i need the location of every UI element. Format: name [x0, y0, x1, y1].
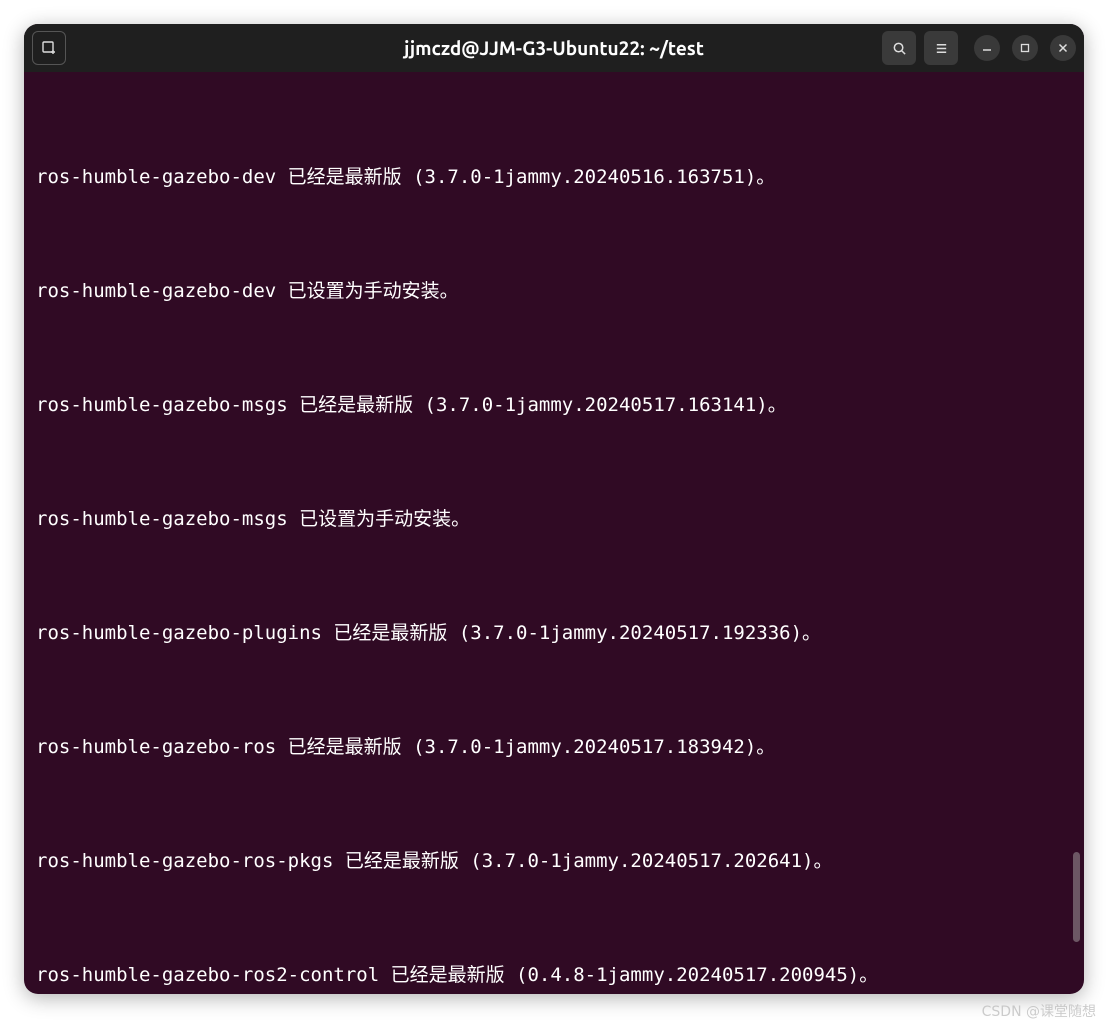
output-line: ros-humble-gazebo-plugins 已经是最新版 (3.7.0-… [36, 614, 1072, 652]
title-bar: jjmczd@JJM-G3-Ubuntu22: ~/test [24, 24, 1084, 72]
window-title: jjmczd@JJM-G3-Ubuntu22: ~/test [404, 37, 704, 59]
output-line: ros-humble-gazebo-dev 已经是最新版 (3.7.0-1jam… [36, 158, 1072, 196]
output-line: ros-humble-gazebo-msgs 已设置为手动安装。 [36, 500, 1072, 538]
output-line: ros-humble-gazebo-ros2-control 已经是最新版 (0… [36, 956, 1072, 994]
maximize-icon [1020, 43, 1030, 53]
search-icon [892, 41, 907, 56]
hamburger-icon [934, 41, 949, 56]
minimize-icon [982, 43, 992, 53]
output-line: ros-humble-gazebo-ros 已经是最新版 (3.7.0-1jam… [36, 728, 1072, 766]
window-control-group [974, 35, 1076, 61]
maximize-button[interactable] [1012, 35, 1038, 61]
terminal-window: jjmczd@JJM-G3-Ubuntu22: ~/test [24, 24, 1084, 994]
output-line: ros-humble-gazebo-msgs 已经是最新版 (3.7.0-1ja… [36, 386, 1072, 424]
new-tab-button[interactable] [32, 31, 66, 65]
output-line: ros-humble-gazebo-dev 已设置为手动安装。 [36, 272, 1072, 310]
terminal-content[interactable]: ros-humble-gazebo-dev 已经是最新版 (3.7.0-1jam… [24, 72, 1084, 994]
minimize-button[interactable] [974, 35, 1000, 61]
menu-button[interactable] [924, 31, 958, 65]
close-icon [1058, 43, 1068, 53]
scrollbar-thumb[interactable] [1073, 852, 1080, 942]
new-tab-icon [41, 40, 57, 56]
search-button[interactable] [882, 31, 916, 65]
watermark-text: CSDN @课堂随想 [982, 1001, 1096, 1021]
title-bar-right-group [882, 31, 1076, 65]
close-button[interactable] [1050, 35, 1076, 61]
output-line: ros-humble-gazebo-ros-pkgs 已经是最新版 (3.7.0… [36, 842, 1072, 880]
